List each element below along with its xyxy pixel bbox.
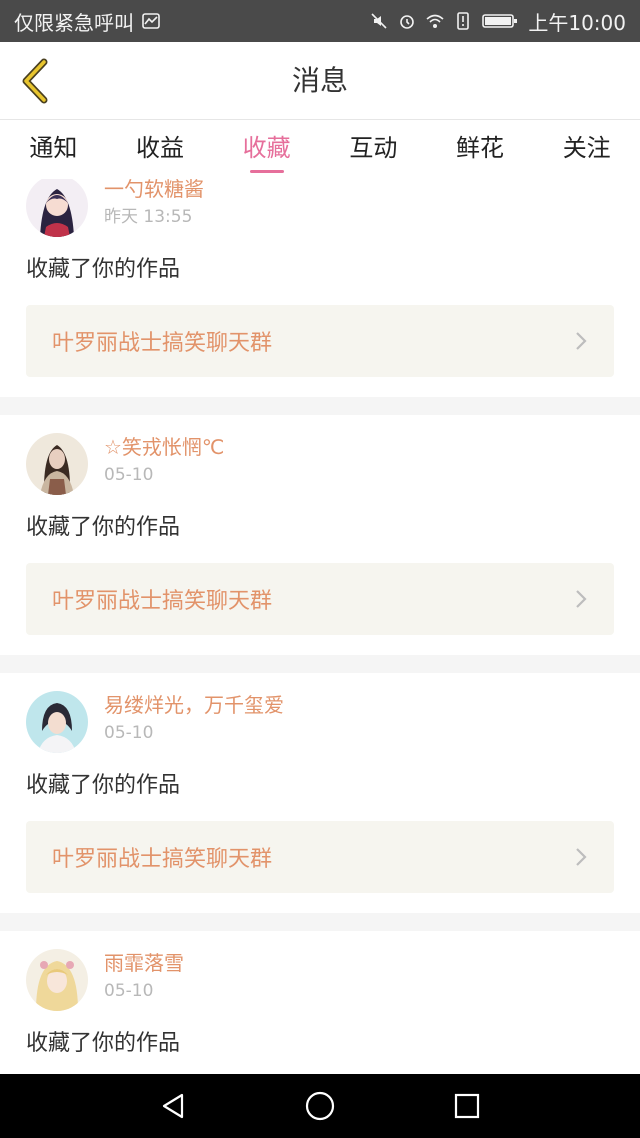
- wifi-icon: [426, 14, 444, 28]
- user-name[interactable]: 一勺软糖酱: [104, 179, 204, 203]
- chevron-left-icon: [22, 58, 48, 104]
- page-title: 消息: [291, 64, 348, 97]
- tab-flowers[interactable]: 鲜花: [427, 121, 534, 179]
- system-nav-bar: [0, 1074, 640, 1138]
- square-recents-icon: [454, 1093, 479, 1119]
- chevron-right-icon: [576, 590, 587, 608]
- timestamp: 05-10: [104, 465, 154, 485]
- mute-icon: [371, 13, 387, 29]
- work-link[interactable]: 叶罗丽战士搞笑聊天群: [26, 821, 614, 893]
- tab-follows[interactable]: 关注: [533, 121, 640, 179]
- message-text: 收藏了你的作品: [26, 515, 181, 540]
- chevron-right-icon: [576, 848, 587, 866]
- tab-interactions[interactable]: 互动: [320, 121, 427, 179]
- nav-back-button[interactable]: [143, 1076, 203, 1136]
- tab-label: 互动: [349, 134, 398, 162]
- list-item: 一勺软糖酱 昨天 13:55 收藏了你的作品 叶罗丽战士搞笑聊天群: [0, 179, 640, 397]
- battery-icon: [482, 14, 518, 28]
- user-name[interactable]: ☆笑戎怅惘℃: [104, 433, 224, 461]
- tab-earnings[interactable]: 收益: [107, 121, 214, 179]
- carrier-text: 仅限紧急呼叫: [14, 10, 134, 35]
- avatar[interactable]: [26, 949, 88, 1011]
- notification-list[interactable]: 一勺软糖酱 昨天 13:55 收藏了你的作品 叶罗丽战士搞笑聊天群 ☆笑戎怅惘℃…: [0, 179, 640, 1074]
- message-text: 收藏了你的作品: [26, 773, 181, 798]
- tab-notice[interactable]: 通知: [0, 121, 107, 179]
- user-name[interactable]: 雨霏落雪: [104, 949, 184, 977]
- alarm-icon: [400, 15, 415, 29]
- avatar[interactable]: [26, 691, 88, 753]
- work-title: 叶罗丽战士搞笑聊天群: [52, 847, 273, 872]
- tab-label: 收益: [136, 134, 184, 162]
- work-title: 叶罗丽战士搞笑聊天群: [52, 331, 273, 356]
- work-link[interactable]: 叶罗丽战士搞笑聊天群: [26, 563, 614, 635]
- message-text: 收藏了你的作品: [26, 1031, 181, 1056]
- list-item: 易缕烊光，万千玺爱 05-10 收藏了你的作品 叶罗丽战士搞笑聊天群: [0, 673, 640, 913]
- tab-label: 鲜花: [456, 134, 505, 162]
- back-button[interactable]: [12, 54, 58, 108]
- sim-alert-icon: [457, 12, 470, 30]
- status-bar: 仅限紧急呼叫 上午10:00: [0, 0, 640, 42]
- tab-indicator: [249, 170, 284, 173]
- work-title: 叶罗丽战士搞笑聊天群: [52, 589, 273, 614]
- nav-recents-button[interactable]: [437, 1076, 497, 1136]
- tab-favorites[interactable]: 收藏: [213, 121, 320, 179]
- tab-label: 关注: [562, 134, 611, 162]
- tab-bar: 通知 收益 收藏 互动 鲜花 关注: [0, 121, 640, 179]
- timestamp: 昨天 13:55: [104, 207, 193, 227]
- triangle-back-icon: [163, 1093, 184, 1119]
- clock: 上午10:00: [528, 10, 626, 35]
- nav-home-button[interactable]: [290, 1076, 350, 1136]
- list-item: 雨霏落雪 05-10 收藏了你的作品: [0, 931, 640, 1074]
- app-header: 消息: [0, 42, 640, 120]
- avatar[interactable]: [26, 433, 88, 495]
- user-name[interactable]: 易缕烊光，万千玺爱: [104, 691, 284, 719]
- tab-label: 通知: [29, 134, 78, 162]
- avatar[interactable]: [26, 179, 88, 237]
- timestamp: 05-10: [104, 723, 154, 743]
- message-text: 收藏了你的作品: [26, 257, 181, 282]
- work-link[interactable]: 叶罗丽战士搞笑聊天群: [26, 305, 614, 377]
- activity-icon: [142, 13, 160, 29]
- chevron-right-icon: [576, 332, 587, 350]
- tab-label: 收藏: [242, 134, 291, 162]
- list-item: ☆笑戎怅惘℃ 05-10 收藏了你的作品 叶罗丽战士搞笑聊天群: [0, 415, 640, 655]
- circle-home-icon: [305, 1091, 335, 1121]
- timestamp: 05-10: [104, 981, 154, 1001]
